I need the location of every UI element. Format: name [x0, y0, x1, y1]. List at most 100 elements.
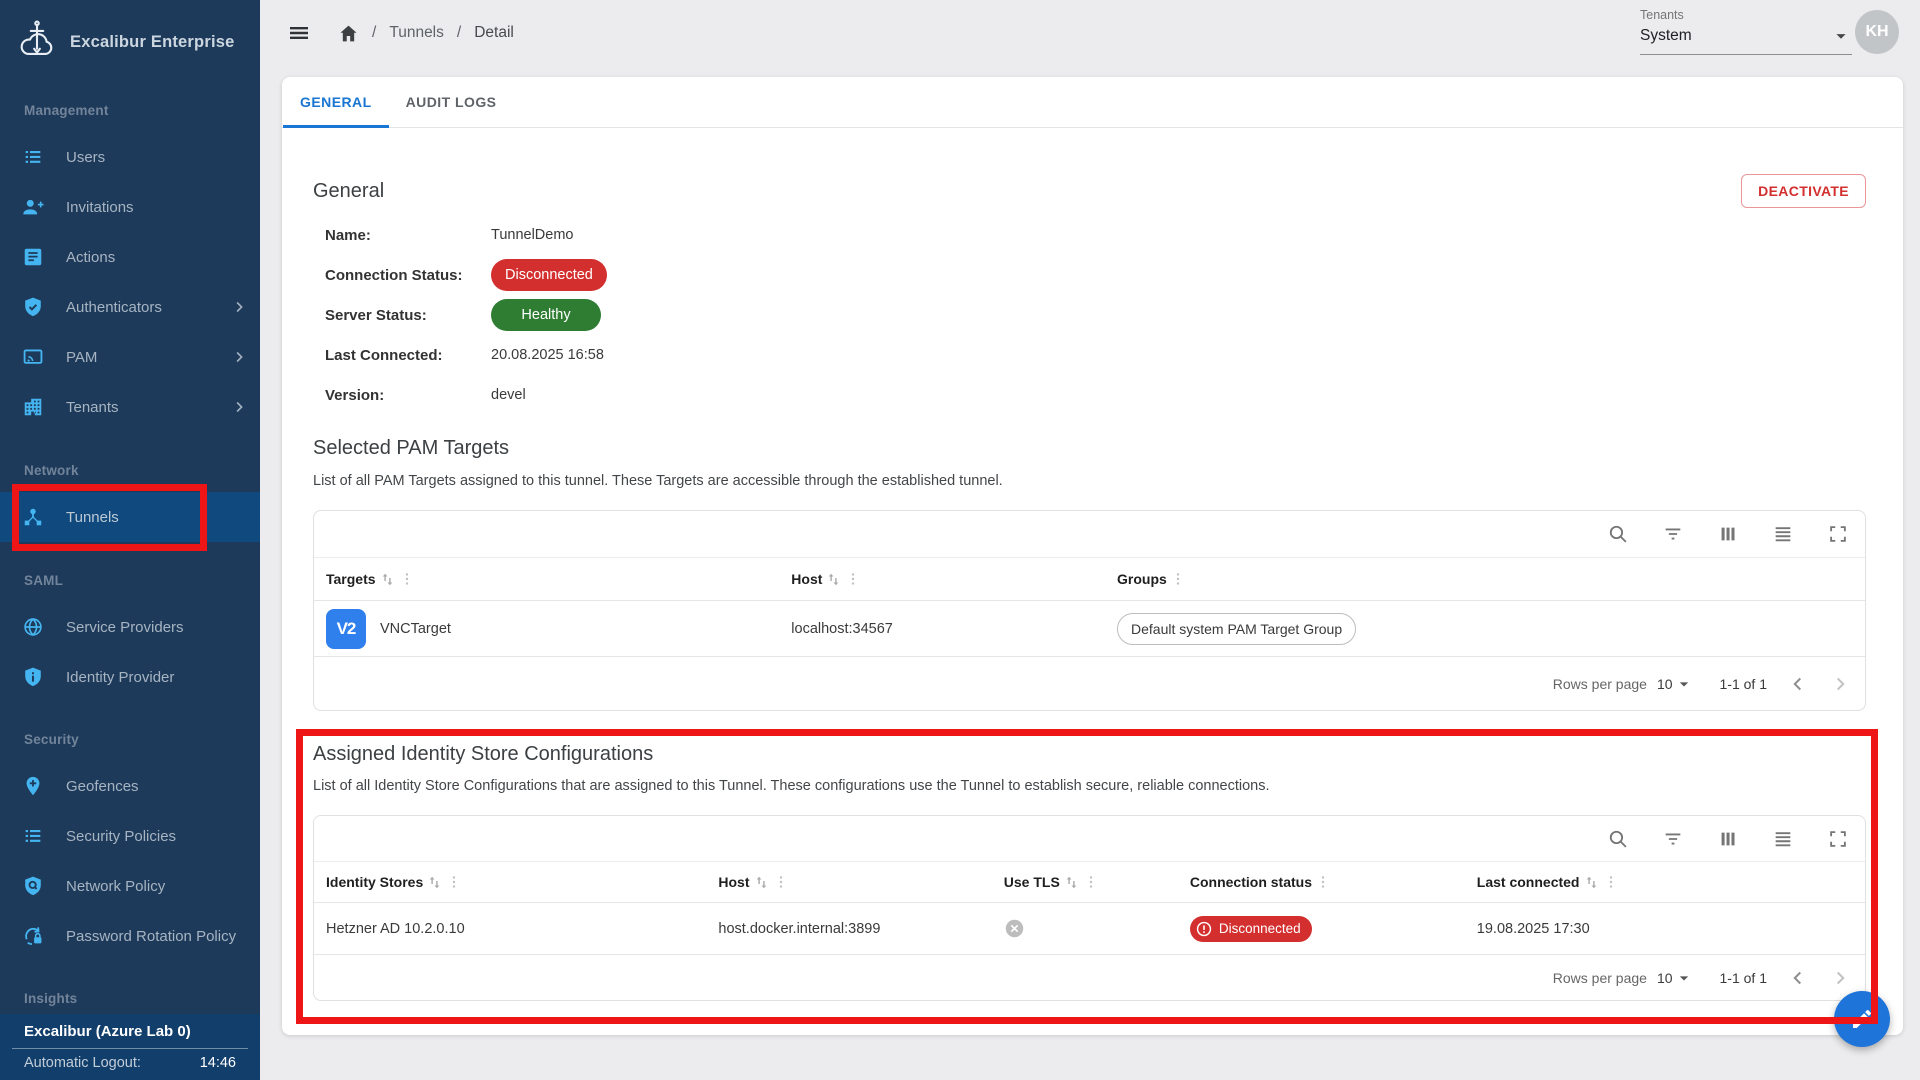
- sidebar-item-label: Invitations: [66, 199, 134, 216]
- group-chip: Default system PAM Target Group: [1117, 613, 1356, 645]
- cloud-sword-logo-icon: [14, 19, 60, 65]
- columns-icon[interactable]: [1717, 828, 1739, 850]
- sidebar-item-identity-provider[interactable]: Identity Provider: [0, 652, 260, 702]
- column-header-label: Targets: [326, 571, 376, 587]
- person-add-icon: [22, 196, 44, 218]
- page-previous-icon[interactable]: [1787, 967, 1809, 989]
- breadcrumb-separator: /: [372, 24, 376, 42]
- sidebar-item-label: Service Providers: [66, 619, 184, 636]
- column-header-host[interactable]: Host: [779, 571, 1105, 588]
- column-header-label: Identity Stores: [326, 874, 423, 890]
- column-header-last-connected[interactable]: Last connected: [1465, 874, 1865, 891]
- tenants-value: System: [1640, 27, 1692, 45]
- page-next-icon[interactable]: [1829, 967, 1851, 989]
- density-icon[interactable]: [1772, 828, 1794, 850]
- table-toolbar: [314, 816, 1865, 862]
- sort-icon[interactable]: [753, 874, 770, 891]
- avatar[interactable]: KH: [1855, 10, 1899, 54]
- sort-icon[interactable]: [1063, 874, 1080, 891]
- sort-icon[interactable]: [426, 874, 443, 891]
- chevron-right-icon: [230, 398, 248, 416]
- sidebar-item-password-rotation-policy[interactable]: Password Rotation Policy: [0, 911, 260, 961]
- hamburger-menu-icon[interactable]: [287, 21, 311, 45]
- tab-general[interactable]: GENERAL: [283, 77, 389, 127]
- rows-per-page-value[interactable]: 10: [1657, 676, 1673, 692]
- caret-down-icon[interactable]: [1674, 968, 1694, 988]
- sidebar-item-label: Security Policies: [66, 828, 176, 845]
- sidebar-item-tenants[interactable]: Tenants: [0, 382, 260, 432]
- page-previous-icon[interactable]: [1787, 673, 1809, 695]
- home-icon[interactable]: [338, 23, 359, 44]
- table-header-row: Identity Stores HostUse TLS Connection sta…: [314, 862, 1865, 902]
- column-menu-dots-icon[interactable]: [845, 571, 861, 587]
- sidebar-item-tunnels[interactable]: Tunnels: [0, 492, 260, 542]
- column-header-use-tls[interactable]: Use TLS: [992, 874, 1178, 891]
- column-header-label: Last connected: [1477, 874, 1580, 890]
- status-chip-healthy: Healthy: [491, 299, 601, 331]
- caret-down-icon[interactable]: [1674, 674, 1694, 694]
- column-header-identity-stores[interactable]: Identity Stores: [314, 874, 706, 891]
- field-value: devel: [491, 387, 526, 403]
- column-menu-dots-icon[interactable]: [1603, 874, 1619, 890]
- target-name: VNCTarget: [380, 621, 451, 637]
- table-row[interactable]: V2VNCTargetlocalhost:34567Default system…: [314, 600, 1865, 656]
- filter-icon[interactable]: [1662, 828, 1684, 850]
- columns-icon[interactable]: [1717, 523, 1739, 545]
- column-menu-dots-icon[interactable]: [446, 874, 462, 890]
- sidebar-item-network-policy[interactable]: Network Policy: [0, 861, 260, 911]
- column-menu-dots-icon[interactable]: [1170, 571, 1186, 587]
- search-icon[interactable]: [1607, 523, 1629, 545]
- column-menu-dots-icon[interactable]: [773, 874, 789, 890]
- filter-icon[interactable]: [1662, 523, 1684, 545]
- globe-icon: [22, 616, 44, 638]
- deactivate-button[interactable]: DEACTIVATE: [1741, 174, 1866, 208]
- sidebar-item-invitations[interactable]: Invitations: [0, 182, 260, 232]
- sidebar-item-geofences[interactable]: Geofences: [0, 761, 260, 811]
- auto-logout-value: 14:46: [200, 1055, 236, 1071]
- sidebar-item-users[interactable]: Users: [0, 132, 260, 182]
- column-menu-dots-icon[interactable]: [1315, 874, 1331, 890]
- page-next-icon[interactable]: [1829, 673, 1851, 695]
- sort-icon[interactable]: [379, 571, 396, 588]
- tab-audit-logs[interactable]: AUDIT LOGS: [389, 77, 514, 127]
- table-cell: Hetzner AD 10.2.0.10: [314, 921, 706, 937]
- rows-per-page-value[interactable]: 10: [1657, 970, 1673, 986]
- nav-section-management: ManagementUsersInvitationsActionsAuthent…: [0, 103, 260, 432]
- nav-section-label-network: Network: [24, 463, 260, 485]
- sidebar-item-actions[interactable]: Actions: [0, 232, 260, 282]
- nav-section-security: SecurityGeofencesSecurity PoliciesNetwor…: [0, 732, 260, 961]
- column-menu-dots-icon[interactable]: [1083, 874, 1099, 890]
- column-header-label: Connection status: [1190, 874, 1312, 890]
- fullscreen-icon[interactable]: [1827, 523, 1849, 545]
- breadcrumb-tunnels[interactable]: Tunnels: [389, 24, 444, 42]
- identity-stores-description: List of all Identity Store Configuration…: [313, 776, 1866, 796]
- network-node-icon: [22, 506, 44, 528]
- sidebar-item-label: Actions: [66, 249, 115, 266]
- pencil-icon: [1850, 1007, 1874, 1031]
- pagination-range: 1-1 of 1: [1720, 970, 1767, 986]
- edit-fab-button[interactable]: [1834, 991, 1890, 1047]
- column-header-host[interactable]: Host: [706, 874, 991, 891]
- pam-table-grid: TargetsHostGroupsV2VNCTargetlocalhost:34…: [313, 510, 1866, 711]
- column-header-groups[interactable]: Groups: [1105, 571, 1865, 587]
- table-cell: host.docker.internal:3899: [706, 921, 991, 937]
- column-header-targets[interactable]: Targets: [314, 571, 779, 588]
- fullscreen-icon[interactable]: [1827, 828, 1849, 850]
- sort-icon[interactable]: [825, 571, 842, 588]
- screen-share-icon: [22, 346, 44, 368]
- sidebar-item-pam[interactable]: PAM: [0, 332, 260, 382]
- sidebar-item-security-policies[interactable]: Security Policies: [0, 811, 260, 861]
- search-icon[interactable]: [1607, 828, 1629, 850]
- tenants-select[interactable]: Tenants System: [1640, 8, 1852, 55]
- table-row[interactable]: Hetzner AD 10.2.0.10host.docker.internal…: [314, 902, 1865, 954]
- column-header-connection-status[interactable]: Connection status: [1178, 874, 1465, 890]
- table-cell: localhost:34567: [779, 621, 1105, 637]
- sort-icon[interactable]: [1583, 874, 1600, 891]
- breadcrumb-detail: Detail: [474, 24, 514, 42]
- sidebar-item-authenticators[interactable]: Authenticators: [0, 282, 260, 332]
- column-menu-dots-icon[interactable]: [399, 571, 415, 587]
- sidebar-item-service-providers[interactable]: Service Providers: [0, 602, 260, 652]
- density-icon[interactable]: [1772, 523, 1794, 545]
- shield-check-icon: [22, 296, 44, 318]
- nav-section-network: Network Tunnels: [0, 463, 260, 542]
